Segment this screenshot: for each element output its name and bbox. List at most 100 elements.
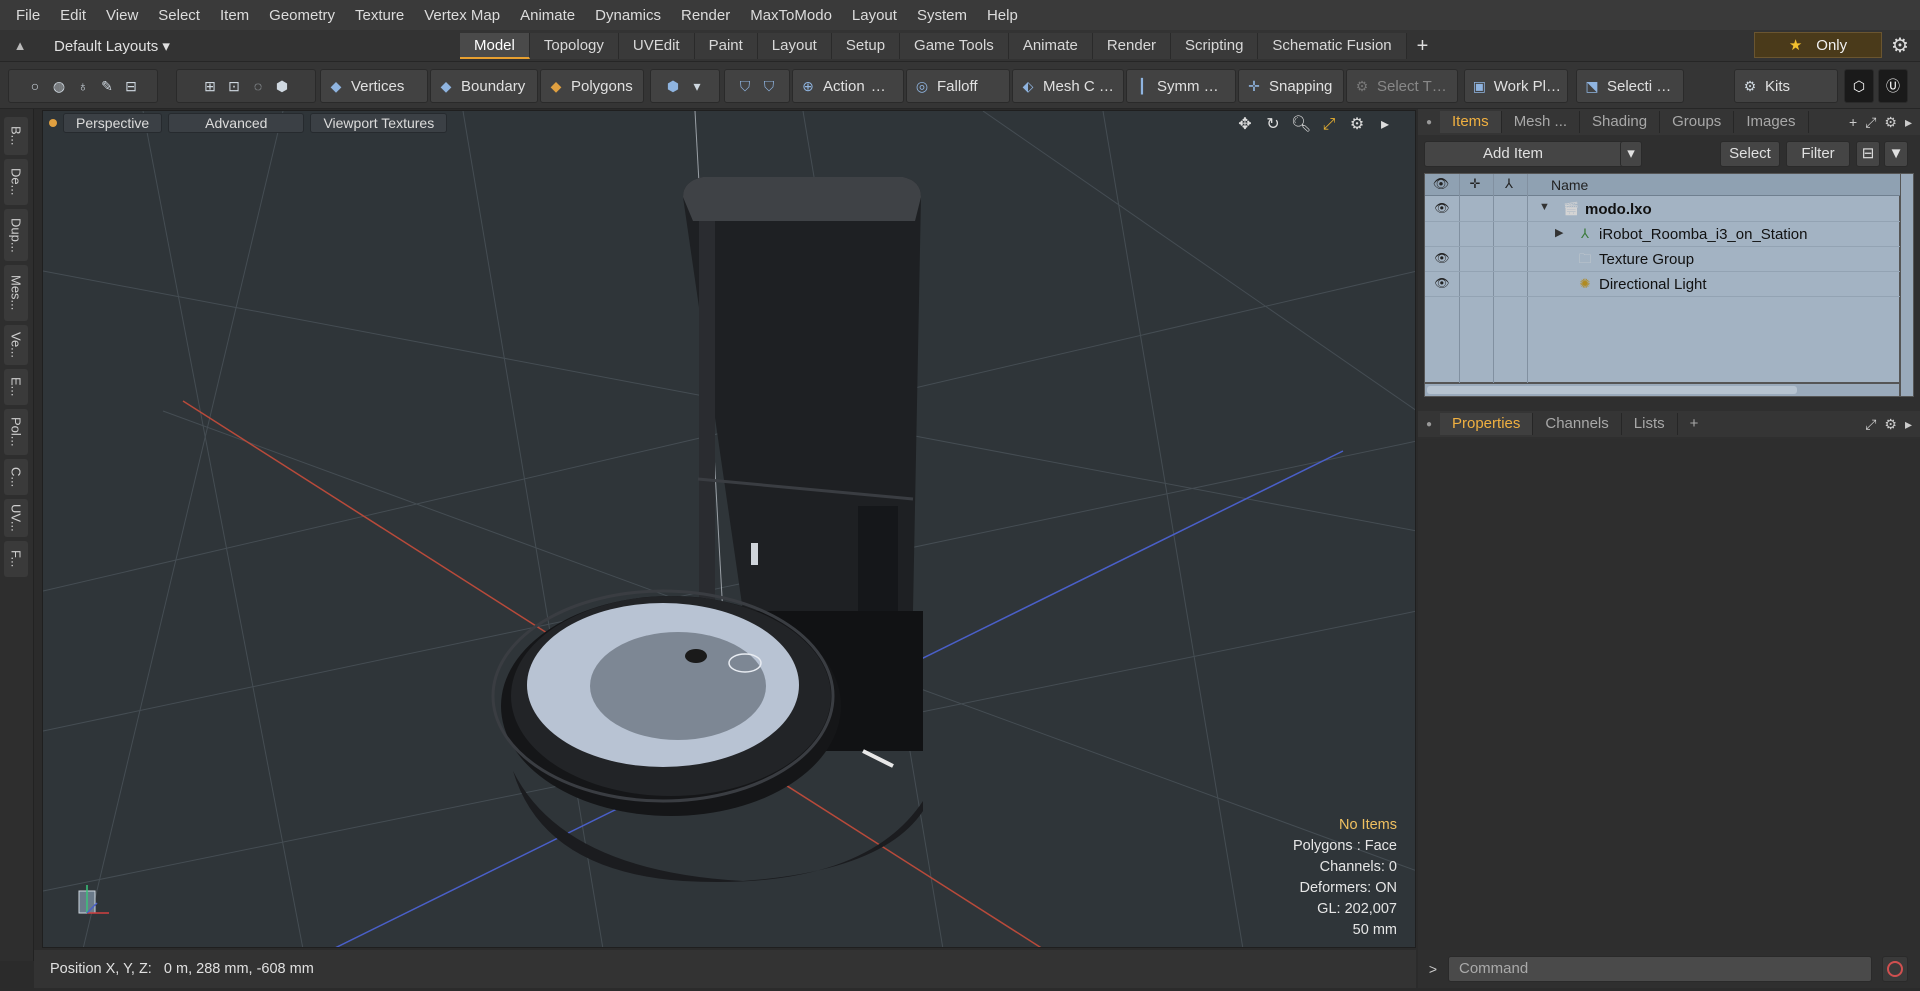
tab-shading[interactable]: Shading bbox=[1580, 111, 1661, 133]
left-tab-mesh-edit[interactable]: Mes... bbox=[4, 265, 28, 321]
add-properties-tab-icon[interactable]: + bbox=[1678, 413, 1711, 435]
tab-uvedit[interactable]: UVEdit bbox=[618, 32, 695, 59]
work-plane-button[interactable]: ▣ Work Pl… bbox=[1464, 69, 1568, 103]
viewport-expand-icon[interactable]: ▸ bbox=[1375, 115, 1395, 135]
left-tab-vertex[interactable]: Ve... bbox=[4, 325, 28, 365]
item-row-directional-light[interactable]: 👁︎ ✺ Directional Light bbox=[1425, 272, 1901, 297]
vertices-button[interactable]: ◆ Vertices bbox=[320, 69, 428, 103]
menu-geometry[interactable]: Geometry bbox=[259, 7, 345, 24]
axis-header-icon[interactable]: ⅄ bbox=[1499, 176, 1519, 194]
panel-menu-dot-icon[interactable]: ● bbox=[1418, 419, 1440, 430]
tab-topology[interactable]: Topology bbox=[529, 32, 619, 59]
viewport-menu-dot-icon[interactable] bbox=[49, 119, 57, 127]
lasso-icon[interactable]: ♁ bbox=[74, 77, 92, 95]
selection-sets-button[interactable]: ⬔ Selecti … bbox=[1576, 69, 1684, 103]
eye-icon[interactable]: 👁︎ bbox=[1433, 251, 1451, 267]
circle-select-icon[interactable]: ○ bbox=[26, 77, 44, 95]
left-tab-basic[interactable]: B... bbox=[4, 117, 28, 155]
shield-star-icon[interactable]: ⛉ bbox=[760, 77, 778, 95]
eye-icon[interactable]: 👁︎ bbox=[1433, 276, 1451, 292]
record-macro-button[interactable] bbox=[1882, 956, 1908, 982]
filter-button[interactable]: Filter bbox=[1786, 141, 1850, 167]
item-mode-icon[interactable]: ⬢ bbox=[273, 77, 291, 95]
boundary-button[interactable]: ◆ Boundary bbox=[430, 69, 538, 103]
advanced-dropdown[interactable]: Advanced bbox=[168, 113, 305, 133]
select-button[interactable]: Select bbox=[1720, 141, 1780, 167]
panel-gear-icon[interactable]: ⚙ bbox=[1884, 416, 1897, 433]
tab-mesh[interactable]: Mesh ... bbox=[1502, 111, 1581, 133]
collapse-triangle-icon[interactable]: ▶ bbox=[1555, 226, 1563, 239]
select-through-button[interactable]: ⚙ Select T… bbox=[1346, 69, 1458, 103]
tab-items[interactable]: Items bbox=[1440, 111, 1502, 133]
menu-animate[interactable]: Animate bbox=[510, 7, 585, 24]
add-item-button[interactable]: Add Item bbox=[1424, 141, 1634, 167]
collapse-list-icon[interactable]: ⊟ bbox=[1856, 141, 1880, 167]
menu-dynamics[interactable]: Dynamics bbox=[585, 7, 671, 24]
tab-channels[interactable]: Channels bbox=[1533, 413, 1622, 435]
eye-icon[interactable]: 👁︎ bbox=[1433, 201, 1451, 217]
scrollbar-thumb[interactable] bbox=[1427, 386, 1797, 394]
left-tab-fusion[interactable]: F... bbox=[4, 541, 28, 577]
menu-item[interactable]: Item bbox=[210, 7, 259, 24]
left-tab-edge[interactable]: E... bbox=[4, 369, 28, 405]
item-row-texture-group[interactable]: 👁︎ 🗀︎ Texture Group bbox=[1425, 247, 1901, 272]
brush-select-icon[interactable]: ✎ bbox=[98, 77, 116, 95]
item-list[interactable]: 👁︎ ✛ ⅄ Name 👁︎ ▼ 🎬︎ modo.lxo ▶ ⅄ iRobot_… bbox=[1424, 173, 1901, 384]
tab-lists[interactable]: Lists bbox=[1622, 413, 1678, 435]
collapse-up-icon[interactable]: ▲ bbox=[0, 38, 40, 53]
add-item-chevron-down-icon[interactable]: ▾ bbox=[1620, 141, 1642, 167]
name-column-header[interactable]: Name bbox=[1551, 177, 1588, 193]
polygons-button[interactable]: ◆ Polygons bbox=[540, 69, 644, 103]
tab-properties[interactable]: Properties bbox=[1440, 413, 1534, 435]
viewport-textures-dropdown[interactable]: Viewport Textures bbox=[310, 113, 448, 133]
tab-animate[interactable]: Animate bbox=[1008, 32, 1093, 59]
item-list-horizontal-scrollbar[interactable] bbox=[1424, 383, 1900, 397]
left-tab-curve[interactable]: C... bbox=[4, 459, 28, 495]
item-list-vertical-scrollbar[interactable] bbox=[1900, 173, 1914, 397]
add-tab-icon[interactable]: + bbox=[1407, 33, 1439, 59]
falloff-button[interactable]: ◎ Falloff bbox=[906, 69, 1010, 103]
expand-panel-icon[interactable]: ⤢ bbox=[1865, 416, 1876, 433]
command-input[interactable]: Command bbox=[1448, 956, 1872, 982]
tab-game-tools[interactable]: Game Tools bbox=[900, 32, 1009, 59]
menu-texture[interactable]: Texture bbox=[345, 7, 414, 24]
grid-icon[interactable]: ⊞ bbox=[201, 77, 219, 95]
mesh-constraint-button[interactable]: ⬖ Mesh C … bbox=[1012, 69, 1124, 103]
tab-paint[interactable]: Paint bbox=[694, 32, 758, 59]
left-tab-duplicate[interactable]: Dup... bbox=[4, 209, 28, 261]
menu-system[interactable]: System bbox=[907, 7, 977, 24]
zoom-view-icon[interactable]: 🔍︎ bbox=[1291, 115, 1311, 135]
tab-model[interactable]: Model bbox=[460, 32, 530, 59]
menu-render[interactable]: Render bbox=[671, 7, 740, 24]
menu-layout[interactable]: Layout bbox=[842, 7, 907, 24]
3d-viewport[interactable]: Perspective Advanced Viewport Textures ✥… bbox=[42, 110, 1416, 948]
menu-file[interactable]: File bbox=[6, 7, 50, 24]
left-tab-deform[interactable]: De... bbox=[4, 159, 28, 205]
tab-images[interactable]: Images bbox=[1734, 111, 1809, 133]
unreal-icon[interactable]: Ⓤ bbox=[1878, 69, 1908, 103]
globe-icon[interactable]: ◍ bbox=[50, 77, 68, 95]
ring-icon[interactable]: ◌ bbox=[249, 77, 267, 95]
rotate-view-icon[interactable]: ↻ bbox=[1263, 115, 1283, 135]
gear-icon[interactable]: ⚙ bbox=[1888, 33, 1912, 57]
symmetry-button[interactable]: ┃ Symm … bbox=[1126, 69, 1236, 103]
default-layouts-dropdown[interactable]: Default Layouts ▾ bbox=[40, 37, 460, 55]
snapping-button[interactable]: ✛ Snapping bbox=[1238, 69, 1344, 103]
tab-render[interactable]: Render bbox=[1092, 32, 1172, 59]
menu-help[interactable]: Help bbox=[977, 7, 1028, 24]
menu-edit[interactable]: Edit bbox=[50, 7, 96, 24]
funnel-icon[interactable]: ▼ bbox=[1884, 141, 1908, 167]
expand-panel-icon[interactable]: ⤢ bbox=[1865, 114, 1876, 131]
menu-select[interactable]: Select bbox=[148, 7, 210, 24]
command-history-arrow-icon[interactable]: > bbox=[1418, 961, 1448, 977]
tab-layout[interactable]: Layout bbox=[757, 32, 832, 59]
left-tab-uv[interactable]: UV... bbox=[4, 499, 28, 537]
loop-select-icon[interactable]: ⊟ bbox=[122, 77, 140, 95]
menu-vertex-map[interactable]: Vertex Map bbox=[414, 7, 510, 24]
material-mode-button[interactable]: ⬢ ▾ bbox=[650, 69, 720, 103]
action-center-button[interactable]: ⊕ Action … bbox=[792, 69, 904, 103]
lock-header-icon[interactable]: ✛ bbox=[1465, 176, 1485, 194]
left-tab-polygon[interactable]: Pol... bbox=[4, 409, 28, 455]
viewport-settings-icon[interactable]: ⚙ bbox=[1347, 115, 1367, 135]
tab-schematic-fusion[interactable]: Schematic Fusion bbox=[1258, 32, 1407, 59]
